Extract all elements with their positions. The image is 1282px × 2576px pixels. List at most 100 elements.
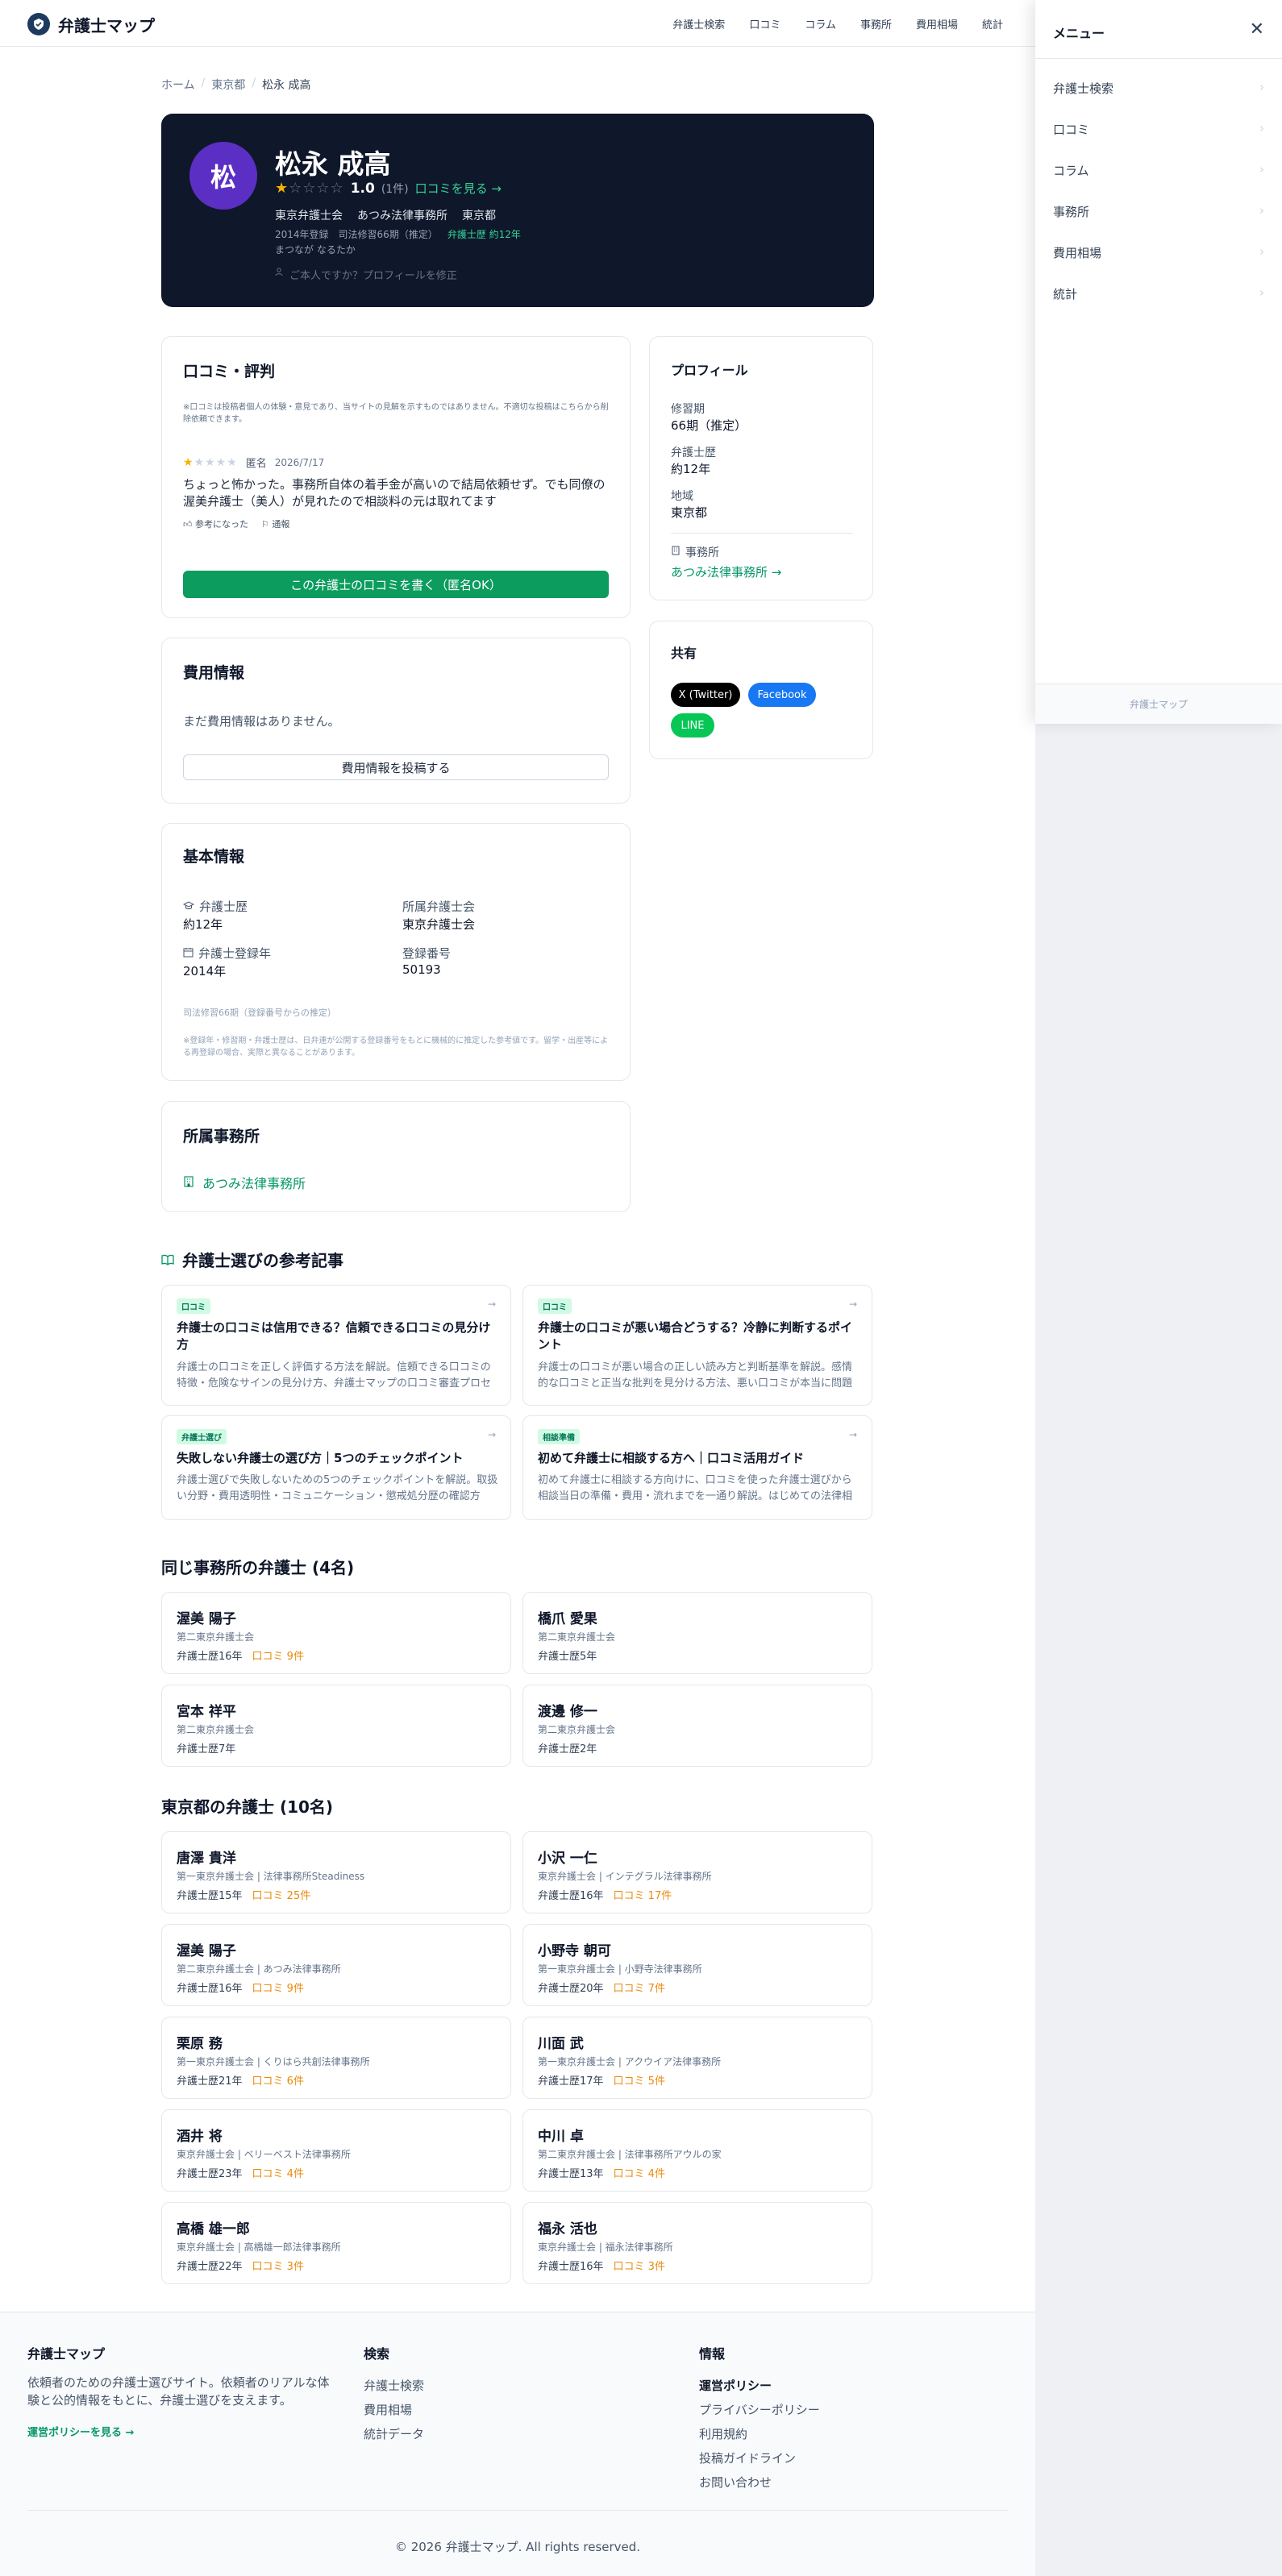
breadcrumb-region[interactable]: 東京都: [211, 77, 245, 93]
report-button[interactable]: ⚐ 通報: [261, 517, 289, 530]
office-link[interactable]: あつみ法律事務所: [183, 1173, 306, 1192]
nav-item-column[interactable]: コラム: [805, 16, 836, 31]
profile-value-region: 東京都: [671, 505, 708, 520]
lawyer-card[interactable]: 栗原 務 第一東京弁護士会 | くりはら共創法律事務所 弁護士歴21年 口コミ 6…: [161, 2017, 511, 2099]
region-lawyers-title: 東京都の弁護士 (10名): [161, 1797, 334, 1817]
experience-value: 約12年: [183, 917, 223, 932]
registration-meta: 2014年登録 司法修習66期（推定） 弁護士歴 約12年: [275, 227, 521, 241]
bar-association: 東京弁護士会: [275, 210, 343, 222]
claim-profile-link[interactable]: ご本人ですか？プロフィールを修正: [275, 267, 457, 282]
lawyer-meta: 弁護士歴22年 口コミ 3件: [177, 2261, 304, 2273]
basic-info-title: 基本情報: [183, 848, 245, 866]
lawyer-bar: 第二東京弁護士会: [177, 1631, 255, 1643]
footer-policy-link[interactable]: 運営ポリシーを見る →: [27, 2424, 334, 2439]
nav-item-offices[interactable]: 事務所: [860, 16, 892, 31]
menu-item-column[interactable]: コラム ›: [1053, 162, 1264, 179]
menu-item-reviews[interactable]: 口コミ ›: [1053, 121, 1264, 138]
helpful-button[interactable]: 👍︎ 参考になった: [183, 517, 248, 530]
lawyer-card[interactable]: 渡邊 修一 第二東京弁護士会 弁護士歴2年: [522, 1685, 872, 1767]
name-kana: まつなが なるたか: [275, 244, 356, 256]
arrow-right-icon: →: [848, 1298, 857, 1310]
lawyer-bar: 第一東京弁護士会 | 小野寺法律事務所: [538, 1963, 702, 1975]
lawyer-bar: 第二東京弁護士会 | あつみ法律事務所: [177, 1963, 341, 1975]
menu-item-offices[interactable]: 事務所 ›: [1053, 203, 1264, 220]
footer-link-guidelines[interactable]: 投稿ガイドライン: [699, 2446, 820, 2470]
article-tag: 口コミ: [538, 1298, 572, 1314]
footer-link-policy[interactable]: 運営ポリシー: [699, 2374, 820, 2398]
main-page: 弁護士マップ 弁護士検索 口コミ コラム 事務所 費用相場 統計 ホーム / 東…: [0, 0, 1035, 2576]
lawyer-bar: 東京弁護士会 | インテグラル法律事務所: [538, 1871, 712, 1882]
breadcrumb: ホーム / 東京都 / 松永 成高: [161, 77, 310, 93]
menu-item-lawyer-search[interactable]: 弁護士検索 ›: [1053, 80, 1264, 97]
lawyer-card[interactable]: 橋爪 愛果 第二東京弁護士会 弁護士歴5年: [522, 1592, 872, 1674]
lawyer-card[interactable]: 中川 卓 第二東京弁護士会 | 法律事務所アウルの家 弁護士歴13年 口コミ 4件: [522, 2109, 872, 2192]
lawyer-card[interactable]: 福永 活也 東京弁護士会 | 福永法律事務所 弁護士歴16年 口コミ 3件: [522, 2202, 872, 2284]
write-review-button[interactable]: この弁護士の口コミを書く（匿名OK）: [183, 571, 609, 598]
article-card[interactable]: 口コミ → 弁護士の口コミは信用できる？信頼できる口コミの見分け方 弁護士の口コ…: [161, 1285, 511, 1406]
lawyer-name: 渥美 陽子: [177, 1611, 236, 1627]
articles-section-title: 弁護士選びの参考記事: [161, 1248, 343, 1271]
footer-brand: 弁護士マップ: [27, 2346, 106, 2362]
article-card[interactable]: 口コミ → 弁護士の口コミが悪い場合どうする？冷静に判断するポイント 弁護士の口…: [522, 1285, 872, 1406]
nav-item-reviews[interactable]: 口コミ: [749, 16, 780, 31]
logo-icon[interactable]: [27, 13, 50, 35]
footer-link-privacy[interactable]: プライバシーポリシー: [699, 2398, 820, 2422]
lawyer-bar: 第二東京弁護士会: [177, 1724, 255, 1735]
graduation-cap-icon: [182, 900, 195, 914]
site-header: 弁護士マップ 弁護士検索 口コミ コラム 事務所 費用相場 統計: [0, 0, 1035, 47]
lawyer-card[interactable]: 宮本 祥平 第二東京弁護士会 弁護士歴7年: [161, 1685, 511, 1767]
lawyer-card[interactable]: 高橋 雄一郎 東京弁護士会 | 高橋雄一郎法律事務所 弁護士歴22年 口コミ 3件: [161, 2202, 511, 2284]
lawyer-bar: 東京弁護士会 | ベリーベスト法律事務所: [177, 2149, 351, 2160]
nav-item-stats[interactable]: 統計: [982, 16, 1003, 31]
article-card[interactable]: 相談準備 → 初めて弁護士に相談する方へ｜口コミ活用ガイド 初めて弁護士に相談す…: [522, 1415, 872, 1520]
lawyer-name: 渥美 陽子: [177, 1943, 236, 1959]
footer-link-stats[interactable]: 統計データ: [364, 2422, 424, 2446]
lawyer-meta: 弁護士歴16年 口コミ 9件: [177, 1983, 304, 1995]
lawyer-bar: 第一東京弁護士会 | くりはら共創法律事務所: [177, 2056, 370, 2067]
breadcrumb-home[interactable]: ホーム: [161, 77, 195, 93]
footer-link-lawyer-search[interactable]: 弁護士検索: [364, 2374, 424, 2398]
close-icon[interactable]: ✕: [1250, 19, 1264, 39]
nav-item-lawyer-search[interactable]: 弁護士検索: [672, 16, 725, 31]
lawyer-card[interactable]: 渥美 陽子 第二東京弁護士会 | あつみ法律事務所 弁護士歴16年 口コミ 9件: [161, 1924, 511, 2006]
breadcrumb-current: 松永 成高: [262, 79, 311, 92]
lawyer-bar: 第二東京弁護士会: [538, 1724, 616, 1735]
registered-year: 2014年登録: [275, 229, 329, 240]
lawyer-card[interactable]: 小野寺 朝可 第一東京弁護士会 | 小野寺法律事務所 弁護士歴20年 口コミ 7件: [522, 1924, 872, 2006]
registration-number-label: 登録番号: [402, 946, 452, 961]
profile-office-link[interactable]: あつみ法律事務所 →: [671, 563, 781, 580]
lawyer-card[interactable]: 川面 武 第一東京弁護士会 | アクウイア法律事務所 弁護士歴17年 口コミ 5件: [522, 2017, 872, 2099]
lawyer-card[interactable]: 渥美 陽子 第二東京弁護士会 弁護士歴16年 口コミ 9件: [161, 1592, 511, 1674]
site-logo-text[interactable]: 弁護士マップ: [58, 13, 155, 36]
lawyer-card[interactable]: 唐澤 貴洋 第一東京弁護士会 | 法律事務所Steadiness 弁護士歴15年…: [161, 1831, 511, 1913]
see-reviews-link[interactable]: 口コミを見る →: [415, 180, 502, 197]
share-facebook-button[interactable]: Facebook: [748, 683, 816, 707]
review-date: 2026/7/17: [274, 456, 325, 468]
share-x-button[interactable]: X (Twitter): [671, 683, 740, 707]
footer-link-terms[interactable]: 利用規約: [699, 2422, 820, 2446]
menu-item-fees[interactable]: 費用相場 ›: [1053, 244, 1264, 261]
office-name[interactable]: あつみ法律事務所: [357, 207, 447, 223]
lawyer-card[interactable]: 小沢 一仁 東京弁護士会 | インテグラル法律事務所 弁護士歴16年 口コミ 17…: [522, 1831, 872, 1913]
fees-empty-text: まだ費用情報はありません。: [183, 714, 340, 729]
lawyer-meta: 弁護士歴16年 口コミ 17件: [538, 1890, 672, 1902]
menu-item-stats[interactable]: 統計 ›: [1053, 285, 1264, 302]
post-fee-button[interactable]: 費用情報を投稿する: [183, 754, 609, 780]
share-line-button[interactable]: LINE: [671, 713, 714, 737]
rating-value: 1.0: [350, 180, 375, 197]
chevron-right-icon: ›: [1259, 80, 1264, 94]
building-icon: [183, 1175, 194, 1190]
review-header: ★★★★★ 匿名 2026/7/17: [183, 455, 325, 471]
lawyer-name: 高橋 雄一郎: [177, 2221, 250, 2237]
nav-item-fees[interactable]: 費用相場: [916, 16, 958, 31]
lawyer-card[interactable]: 酒井 将 東京弁護士会 | ベリーベスト法律事務所 弁護士歴23年 口コミ 4件: [161, 2109, 511, 2192]
article-card[interactable]: 弁護士選び → 失敗しない弁護士の選び方｜5つのチェックポイント 弁護士選びで失…: [161, 1415, 511, 1520]
calendar-icon: [183, 946, 194, 961]
divider: [671, 533, 853, 534]
footer-search-column: 検索 弁護士検索 費用相場 統計データ: [364, 2343, 424, 2446]
book-icon: [161, 1250, 174, 1269]
footer-link-fees[interactable]: 費用相場: [364, 2398, 424, 2422]
registration-year-value: 2014年: [183, 964, 227, 978]
footer-link-contact[interactable]: お問い合わせ: [699, 2470, 820, 2495]
basic-info-card: 基本情報 弁護士歴 約12年 所属弁護士会 東京弁護士会 弁護士登録年 2014…: [161, 823, 631, 1081]
